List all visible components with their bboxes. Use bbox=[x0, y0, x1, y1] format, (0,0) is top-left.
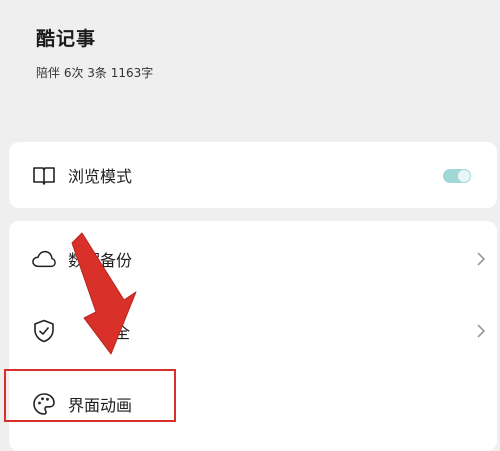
setting-label-privacy: 安全 bbox=[98, 323, 131, 342]
app-title: 酷记事 bbox=[36, 28, 97, 50]
setting-row-browse-mode[interactable]: 浏览模式 bbox=[9, 142, 497, 208]
chevron-right-icon bbox=[477, 252, 486, 266]
toggle-knob bbox=[458, 170, 470, 182]
setting-label-data-backup: 数据备份 bbox=[68, 251, 133, 270]
setting-label-browse-mode: 浏览模式 bbox=[68, 167, 133, 186]
app-subtitle: 陪伴 6次 3条 1163字 bbox=[36, 66, 154, 80]
settings-card-top: 浏览模式 bbox=[9, 142, 497, 208]
book-icon bbox=[32, 163, 56, 187]
setting-row-privacy[interactable]: 安全 bbox=[9, 296, 497, 366]
shield-icon bbox=[32, 319, 56, 343]
browse-mode-toggle[interactable] bbox=[443, 169, 471, 183]
highlight-box bbox=[4, 369, 176, 422]
chevron-right-icon bbox=[477, 324, 486, 338]
cloud-icon bbox=[32, 247, 56, 271]
setting-row-data-backup[interactable]: 数据备份 bbox=[9, 224, 497, 294]
